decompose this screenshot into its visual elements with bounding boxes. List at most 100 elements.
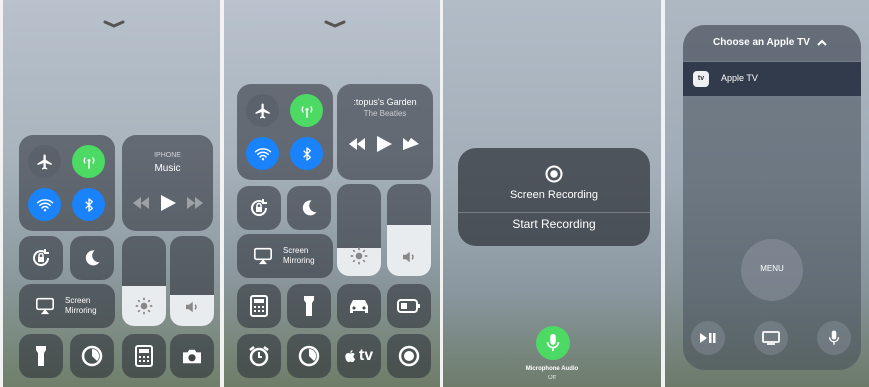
- tv-button[interactable]: [754, 321, 788, 355]
- menu-button[interactable]: MENU: [741, 239, 803, 301]
- screen-mirroring-label-1: Screen: [65, 296, 91, 305]
- airplane-icon: [255, 103, 270, 118]
- alarm-clock-icon: [249, 346, 269, 367]
- screenshot-strip: IPHONE Music Screen Mirroring:topus's G…: [0, 0, 869, 387]
- apple-logo-icon: [345, 350, 356, 363]
- airplay-icon: [254, 247, 272, 265]
- siri-button[interactable]: [817, 321, 851, 355]
- connectivity-module: [19, 135, 115, 231]
- calculator-button[interactable]: [237, 284, 281, 328]
- music-module[interactable]: IPHONE Music: [122, 135, 213, 231]
- dismiss-chevron-icon[interactable]: [324, 20, 346, 28]
- control-center-panel-2: :topus's Garden The Beatles Screen Mirro…: [224, 0, 440, 387]
- wifi-icon: [36, 198, 53, 211]
- play-icon[interactable]: [377, 136, 392, 152]
- rotation-lock-icon: [251, 199, 268, 217]
- now-playing-module[interactable]: :topus's Garden The Beatles: [337, 84, 433, 180]
- dismiss-chevron-icon[interactable]: [103, 20, 125, 28]
- calculator-icon: [135, 345, 153, 367]
- airplane-mode-toggle[interactable]: [28, 145, 61, 178]
- apple-tv-device-name: Apple TV: [721, 73, 758, 83]
- playback-controls: [133, 195, 203, 211]
- rotation-lock-icon: [33, 249, 50, 267]
- camera-button[interactable]: [170, 334, 214, 378]
- apple-tv-remote: Choose an Apple TV tv Apple TV MENU: [683, 25, 861, 370]
- timer-button[interactable]: [287, 334, 331, 378]
- wifi-icon: [254, 147, 271, 160]
- play-pause-button[interactable]: [691, 321, 725, 355]
- alarm-button[interactable]: [237, 334, 281, 378]
- apple-tv-list-item[interactable]: tv Apple TV: [683, 62, 861, 96]
- brightness-slider[interactable]: [337, 184, 381, 276]
- moon-icon: [302, 200, 317, 216]
- speaker-icon: [186, 301, 197, 313]
- forward-icon[interactable]: [187, 197, 203, 209]
- carplay-button[interactable]: [337, 284, 381, 328]
- music-title: Music: [154, 163, 181, 174]
- airplane-mode-toggle[interactable]: [246, 94, 279, 127]
- menu-label: MENU: [760, 264, 784, 273]
- microphone-audio-state: Off: [548, 375, 556, 381]
- cellular-data-toggle[interactable]: [290, 94, 323, 127]
- bluetooth-toggle[interactable]: [72, 188, 105, 221]
- cellular-antenna-icon: [301, 105, 312, 118]
- screen-mirroring-button[interactable]: Screen Mirroring: [19, 284, 115, 328]
- record-icon: [398, 345, 420, 367]
- bluetooth-toggle[interactable]: [290, 137, 323, 170]
- microphone-icon: [546, 333, 560, 352]
- start-recording-button[interactable]: Start Recording: [458, 213, 650, 246]
- screen-recording-title: Screen Recording: [509, 189, 599, 201]
- apple-tv-remote-panel: Choose an Apple TV tv Apple TV MENU: [665, 0, 869, 387]
- play-icon[interactable]: [161, 195, 176, 211]
- wifi-toggle[interactable]: [28, 188, 61, 221]
- control-center-panel-1: IPHONE Music Screen Mirroring: [3, 0, 220, 387]
- microphone-audio-label: Microphone Audio: [525, 366, 579, 372]
- screen-recording-panel: Screen Recording Start Recording Microph…: [443, 0, 661, 387]
- now-playing-title: :topus's Garden: [353, 97, 417, 107]
- screen-mirroring-label-1: Screen: [283, 246, 309, 255]
- screen-mirroring-label-2: Mirroring: [65, 306, 97, 315]
- do-not-disturb-toggle[interactable]: [287, 186, 331, 230]
- volume-slider[interactable]: [170, 236, 214, 326]
- bluetooth-icon: [84, 197, 93, 212]
- screen-mirroring-button[interactable]: Screen Mirroring: [237, 234, 333, 278]
- microphone-audio-toggle[interactable]: [536, 326, 570, 360]
- rewind-icon[interactable]: [133, 197, 149, 209]
- camera-icon: [183, 349, 201, 364]
- battery-icon: [397, 299, 420, 313]
- flashlight-button[interactable]: [19, 334, 63, 378]
- apple-tv-remote-button[interactable]: tv: [337, 334, 381, 378]
- apple-tv-picker-header[interactable]: Choose an Apple TV: [683, 25, 861, 61]
- airplay-icon: [36, 297, 54, 315]
- flashlight-button[interactable]: [287, 284, 331, 328]
- screen-mirroring-label-2: Mirroring: [283, 256, 315, 265]
- wifi-toggle[interactable]: [246, 137, 279, 170]
- speaker-icon: [403, 251, 414, 263]
- rewind-icon[interactable]: [349, 138, 365, 150]
- moon-icon: [85, 250, 100, 266]
- connectivity-module: [237, 84, 333, 180]
- airplane-icon: [37, 154, 52, 169]
- volume-slider[interactable]: [387, 184, 431, 276]
- screen-recording-button[interactable]: [387, 334, 431, 378]
- flashlight-icon: [304, 296, 314, 316]
- calculator-button[interactable]: [122, 334, 166, 378]
- rotation-lock-toggle[interactable]: [237, 186, 281, 230]
- low-power-button[interactable]: [387, 284, 431, 328]
- screen-recording-popup: Screen Recording Start Recording: [458, 148, 650, 246]
- rotation-lock-toggle[interactable]: [19, 236, 63, 280]
- record-icon: [545, 165, 563, 183]
- cellular-data-toggle[interactable]: [72, 145, 105, 178]
- tv-icon: [762, 331, 780, 345]
- do-not-disturb-toggle[interactable]: [70, 236, 114, 280]
- timer-button[interactable]: [70, 334, 114, 378]
- chevron-up-icon[interactable]: [817, 39, 827, 46]
- bluetooth-icon: [302, 146, 311, 161]
- apple-tv-picker-title: Choose an Apple TV: [713, 37, 810, 48]
- timer-icon: [298, 345, 320, 367]
- brightness-slider[interactable]: [122, 236, 166, 326]
- now-playing-artist: The Beatles: [363, 109, 407, 118]
- forward-icon[interactable]: [403, 138, 419, 150]
- music-source-label: IPHONE: [154, 152, 181, 159]
- apple-tv-badge: tv: [693, 71, 709, 87]
